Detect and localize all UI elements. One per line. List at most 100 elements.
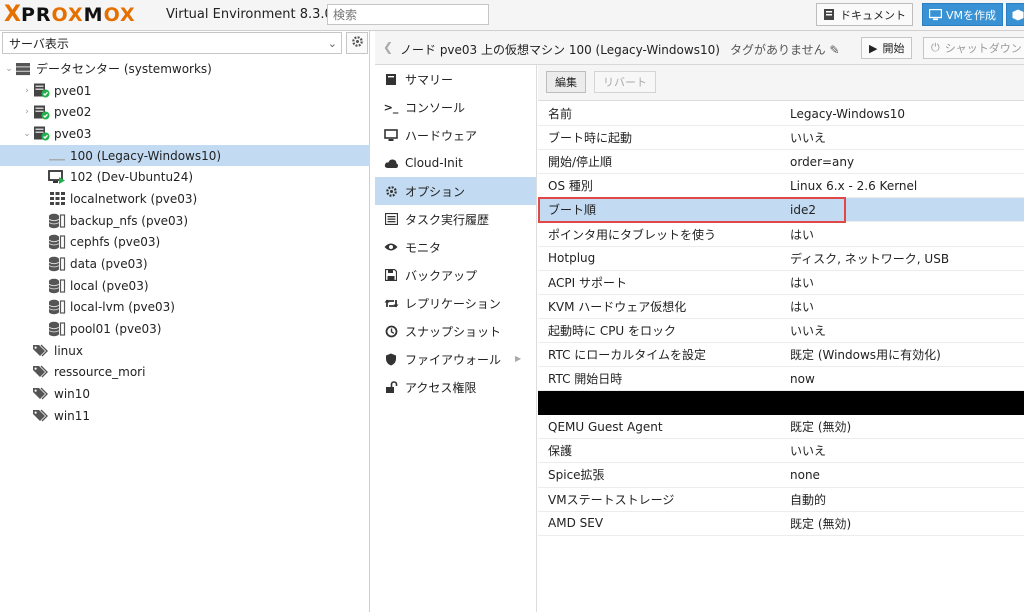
floppy-icon [383,267,399,283]
vm-stopped-icon [48,148,66,164]
options-row-tablet-pointer[interactable]: ポインタ用にタブレットを使う はい [538,222,1024,247]
content-header: ❮ ノード pve03 上の仮想マシン 100 (Legacy-Windows1… [375,31,1024,65]
highlight-annotation-box [538,197,846,223]
tree-item-datacenter[interactable]: ⌄ データセンター (systemworks) [0,58,370,80]
tree-item-storage-local[interactable]: local (pve03) [0,275,370,297]
options-row-hotplug[interactable]: Hotplug ディスク, ネットワーク, USB [538,247,1024,271]
nav-replication[interactable]: レプリケーション [375,289,536,317]
nav-options[interactable]: オプション [375,177,536,205]
chevron-left-icon[interactable]: ❮ [383,40,393,54]
tree-item-storage-data[interactable]: data (pve03) [0,253,370,275]
search-input[interactable] [327,4,489,25]
tree-item-pve03[interactable]: ⌄ pve03 [0,123,370,145]
options-row-start-at-boot[interactable]: ブート時に起動 いいえ [538,126,1024,151]
retweet-icon [383,295,399,311]
tree-item-pve01[interactable]: › pve01 [0,80,370,102]
collapse-icon[interactable]: ⌄ [4,64,14,74]
nav-firewall[interactable]: ファイアウォール ▶ [375,345,536,373]
create-vm-button[interactable]: VMを作成 [922,3,1004,26]
storage-icon [48,321,66,337]
storage-icon [48,234,66,250]
monitor-icon [383,127,399,143]
shutdown-button[interactable]: ⏻ シャットダウン [923,37,1024,59]
nav-console[interactable]: >_ コンソール [375,93,536,121]
nav-summary[interactable]: サマリー [375,65,536,93]
tree-item-vm-102[interactable]: 102 (Dev-Ubuntu24) [0,166,370,188]
datacenter-icon [14,61,32,77]
tree-item-localnetwork[interactable]: localnetwork (pve03) [0,188,370,210]
unlock-icon [383,379,399,395]
edit-button[interactable]: 編集 [546,71,586,93]
expand-arrow-icon[interactable]: ▶ [515,354,521,363]
options-row-acpi[interactable]: ACPI サポート はい [538,271,1024,295]
storage-icon [48,278,66,294]
eye-icon [383,239,399,255]
options-panel: 編集 リバート 名前 Legacy-Windows10 ブート時に起動 いいえ 開始… [538,65,1024,612]
tree-item-storage-backup-nfs[interactable]: backup_nfs (pve03) [0,210,370,232]
desktop-icon [928,7,942,23]
options-row-rtc-start-date[interactable]: RTC 開始日時 now [538,367,1024,392]
tags-icon [32,386,50,402]
options-row-amd-sev[interactable]: AMD SEV 既定 (無効) [538,512,1024,536]
product-version: Virtual Environment 8.3.0 [166,7,333,22]
options-table: 名前 Legacy-Windows10 ブート時に起動 いいえ 開始/停止順 orde… [538,102,1024,536]
tags-icon [32,343,50,359]
storage-icon [48,256,66,272]
vm-running-icon [48,169,66,185]
pencil-icon[interactable]: ✎ [829,43,839,57]
nav-monitor[interactable]: モニタ [375,233,536,261]
nav-backup[interactable]: バックアップ [375,261,536,289]
expand-icon[interactable]: › [22,86,32,96]
book-icon [383,71,399,87]
tree-item-storage-cephfs[interactable]: cephfs (pve03) [0,232,370,254]
page-title: ノード pve03 上の仮想マシン 100 (Legacy-Windows10) [400,43,720,57]
shield-icon [383,351,399,367]
gear-icon [351,35,364,51]
tree-item-vm-100[interactable]: 100 (Legacy-Windows10) [0,144,370,167]
tags-icon [32,364,50,380]
nav-snapshots[interactable]: スナップショット [375,317,536,345]
options-row-kvm[interactable]: KVM ハードウェア仮想化 はい [538,295,1024,319]
options-row-startup-order[interactable]: 開始/停止順 order=any [538,150,1024,175]
options-row-name[interactable]: 名前 Legacy-Windows10 [538,102,1024,127]
options-row-freeze-cpu[interactable]: 起動時に CPU をロック いいえ [538,319,1024,343]
network-grid-icon [48,191,66,207]
revert-button[interactable]: リバート [594,71,656,93]
start-button[interactable]: ▶ 開始 [861,37,913,59]
expand-icon[interactable]: › [22,107,32,117]
documentation-button[interactable]: ドキュメント [816,3,913,26]
tags-edit[interactable]: タグがありません ✎ [730,41,840,58]
tree-item-tag-win10[interactable]: win10 [0,383,370,405]
nav-cloud-init[interactable]: Cloud-Init [375,149,536,177]
collapse-icon[interactable]: ⌄ [22,129,32,139]
options-row-spice[interactable]: Spice拡張 none [538,463,1024,488]
tree-item-storage-local-lvm[interactable]: local-lvm (pve03) [0,297,370,319]
list-icon [383,211,399,227]
tree-item-storage-pool01[interactable]: pool01 (pve03) [0,318,370,340]
tree-item-tag-ressource-mori[interactable]: ressource_mori [0,362,370,384]
tree-settings-button[interactable] [346,32,368,54]
options-row-redacted [538,391,1024,416]
nav-task-history[interactable]: タスク実行履歴 [375,205,536,233]
book-icon [822,7,836,23]
options-row-qemu-agent[interactable]: QEMU Guest Agent 既定 (無効) [538,415,1024,440]
node-online-icon [32,104,50,120]
nav-hardware[interactable]: ハードウェア [375,121,536,149]
resource-tree: ⌄ データセンター (systemworks) › pve01 › pve02 … [0,58,370,427]
create-ct-button[interactable] [1006,3,1024,26]
options-row-os-type[interactable]: OS 種別 Linux 6.x - 2.6 Kernel [538,174,1024,199]
tree-item-tag-win11[interactable]: win11 [0,405,370,427]
tree-item-tag-linux[interactable]: linux [0,340,370,362]
storage-icon [48,299,66,315]
top-bar: XPROXMOX Virtual Environment 8.3.0 ドキュメン… [0,0,1024,31]
options-row-rtc-localtime[interactable]: RTC にローカルタイムを設定 既定 (Windows用に有効化) [538,343,1024,368]
tree-item-pve02[interactable]: › pve02 [0,101,370,123]
nav-permissions[interactable]: アクセス権限 [375,373,536,401]
vm-config-nav: サマリー >_ コンソール ハードウェア Cloud-Init オプション タス… [375,65,537,612]
node-online-icon [32,83,50,99]
options-row-vmstate-storage[interactable]: VMステートストレージ 自動的 [538,488,1024,512]
options-row-protection[interactable]: 保護 いいえ [538,439,1024,464]
proxmox-logo: X PROXMOX [4,2,136,27]
power-icon: ⏻ [931,41,940,54]
view-selector[interactable]: サーバ表示 ⌄ [2,32,342,54]
